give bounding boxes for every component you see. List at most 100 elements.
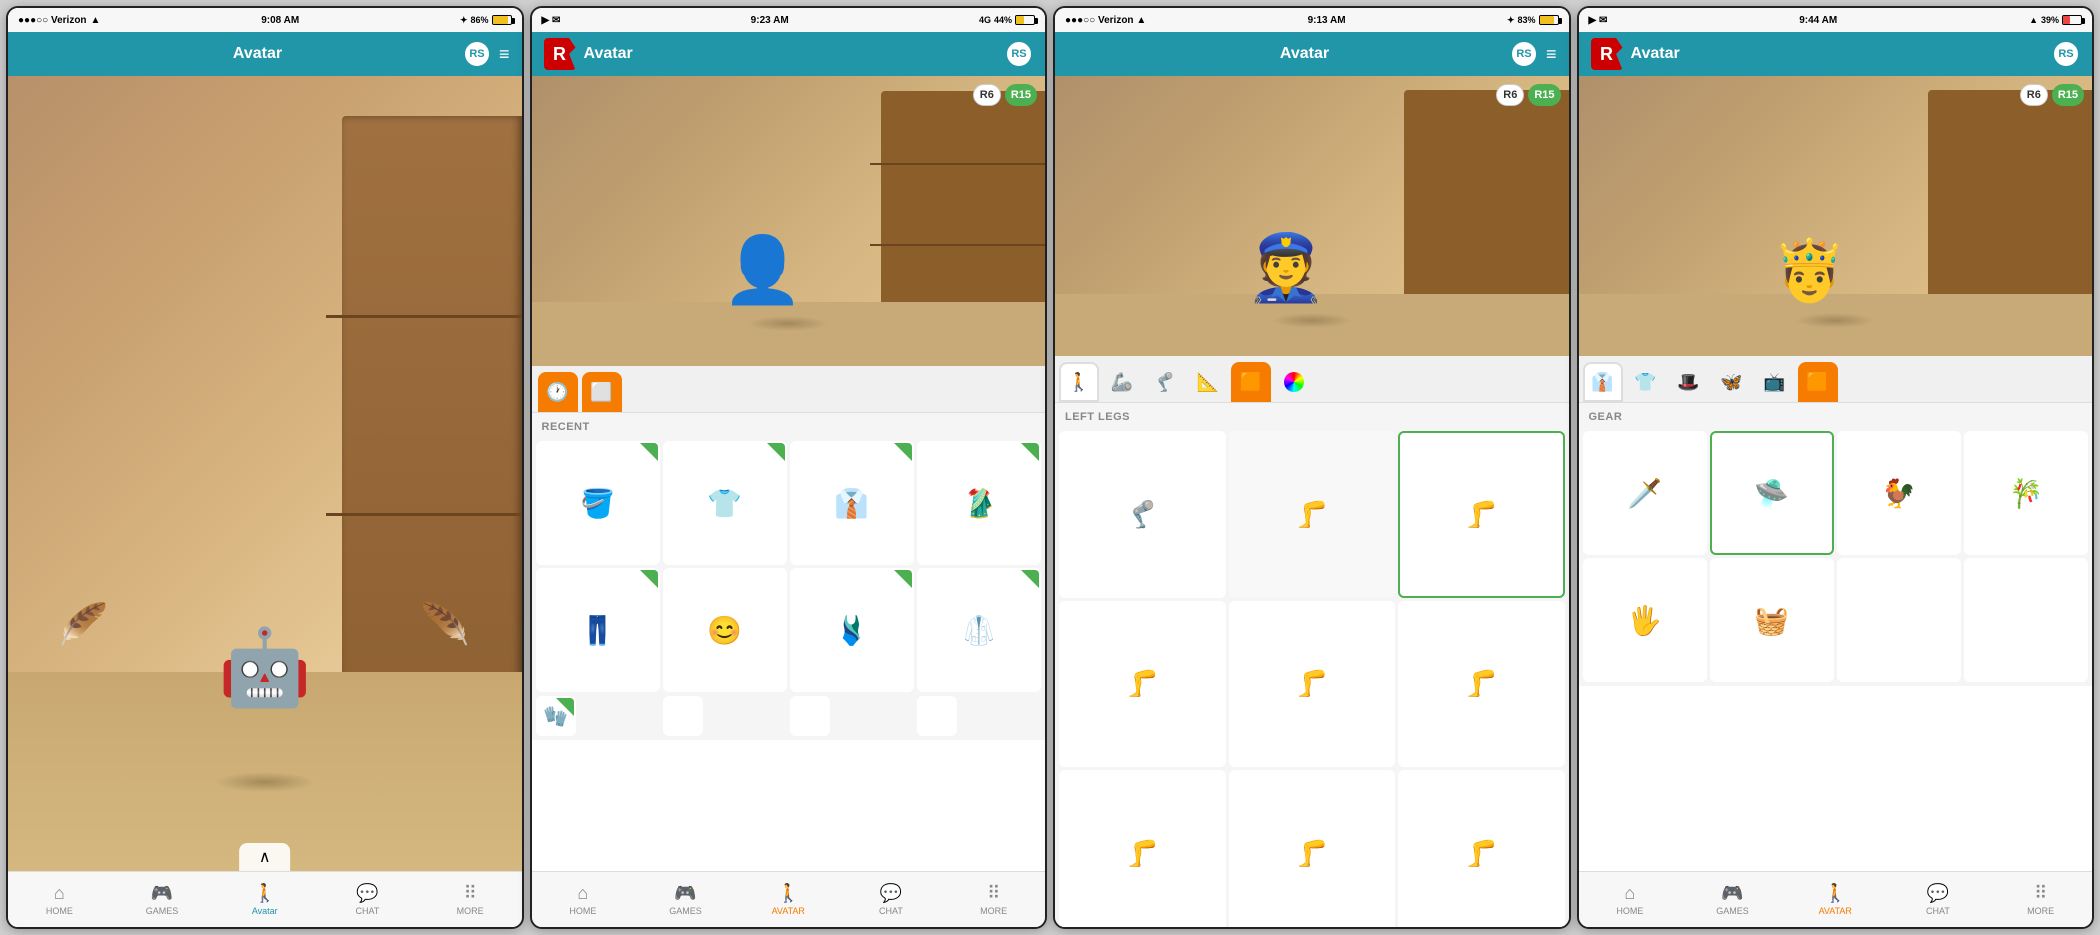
rs-badge-1[interactable]: RS — [463, 40, 491, 68]
r15-badge-3[interactable]: R15 — [1528, 84, 1560, 106]
nav-more-4[interactable]: ⠿ MORE — [1989, 883, 2092, 916]
nav-avatar-4[interactable]: 🚶 AVATAR — [1784, 883, 1887, 916]
tab-torso-3[interactable]: 📐 — [1188, 362, 1228, 402]
avatar-scene-1: 🤖 🪶 🪶 ∧ — [8, 76, 522, 871]
item-12-2[interactable] — [917, 696, 957, 736]
tab-right-arm-3[interactable]: 🦿 — [1145, 362, 1185, 402]
item-6-3[interactable]: 🦵 — [1398, 601, 1565, 768]
phone-2: ▶ ✉ 9:23 AM 4G 44% R Avatar RS — [530, 6, 1048, 929]
nav-games-1[interactable]: 🎮 GAMES — [111, 883, 214, 916]
item-sword-4[interactable]: 🗡️ — [1583, 431, 1707, 555]
tab-body-3[interactable]: 🚶 — [1059, 362, 1099, 402]
nav-games-4[interactable]: 🎮 GAMES — [1681, 883, 1784, 916]
phone-3: ●●●○○ Verizon ▲ 9:13 AM ✦ 83% Avatar RS … — [1053, 6, 1571, 929]
more-label-1: MORE — [457, 906, 484, 916]
tab-left-arm-3[interactable]: 🦾 — [1102, 362, 1142, 402]
header-4: R Avatar RS — [1579, 32, 2093, 76]
item-1-3[interactable]: 🦿 — [1059, 431, 1226, 598]
item-5-3[interactable]: 🦵 — [1229, 601, 1396, 768]
rig-badges-2: R6 R15 — [973, 84, 1037, 106]
tab-color-3[interactable] — [1274, 362, 1314, 402]
floor-shadow-3 — [1272, 313, 1352, 328]
r15-badge-4[interactable]: R15 — [2052, 84, 2084, 106]
item-chicken-4[interactable]: 🐓 — [1837, 431, 1961, 555]
items-grid-2b: 🧤 — [532, 696, 1046, 740]
carrier-3: ●●●○○ Verizon ▲ — [1065, 15, 1146, 26]
item-stick-4[interactable]: 🎋 — [1964, 431, 2088, 555]
r6-badge-3[interactable]: R6 — [1496, 84, 1524, 106]
item-hand-4[interactable]: 🖐️ — [1583, 558, 1707, 682]
battery-1 — [492, 15, 512, 25]
r15-badge-2[interactable]: R15 — [1005, 84, 1037, 106]
item-6-2[interactable]: 😊 — [663, 568, 787, 692]
item-1-2[interactable]: 🪣 — [536, 441, 660, 565]
home-label-4: HOME — [1616, 906, 1643, 916]
nav-home-1[interactable]: ⌂ HOME — [8, 883, 111, 916]
battery-percent-4: 39% — [2041, 15, 2059, 25]
status-left-1: ●●●○○ Verizon ▲ — [18, 15, 100, 26]
tab-gear-4[interactable]: 🟧 — [1798, 362, 1838, 402]
item-basket-4[interactable]: 🧺 — [1710, 558, 1834, 682]
tab-recent-2[interactable]: 🕐 — [538, 372, 578, 412]
menu-icon-3[interactable]: ≡ — [1546, 44, 1557, 65]
tab-face-4[interactable]: 📺 — [1755, 362, 1795, 402]
home-icon-1: ⌂ — [54, 883, 65, 904]
r6-badge-4[interactable]: R6 — [2020, 84, 2048, 106]
tab-shirt-4[interactable]: 👔 — [1583, 362, 1623, 402]
more-label-4: MORE — [2027, 906, 2054, 916]
item-11-2[interactable] — [790, 696, 830, 736]
item-3-2[interactable]: 👔 — [790, 441, 914, 565]
tab-wings-4[interactable]: 🦋 — [1712, 362, 1752, 402]
avatar-figure-2: 👤 — [722, 232, 803, 308]
item-4-2[interactable]: 🥻 — [917, 441, 1041, 565]
item-7-2[interactable]: 🩱 — [790, 568, 914, 692]
expand-btn-1[interactable]: ∧ — [239, 843, 291, 871]
floor-shadow-2 — [748, 316, 828, 331]
item-9-2[interactable]: 🧤 — [536, 696, 576, 736]
item-empty1-4[interactable] — [1837, 558, 1961, 682]
nav-more-1[interactable]: ⠿ MORE — [419, 883, 522, 916]
item-4-3[interactable]: 🦵 — [1059, 601, 1226, 768]
wardrobe-2: 🕐 ⬜ RECENT 🪣 👕 👔 🥻 👖 😊 🩱 🥼 🧤 — [532, 366, 1046, 740]
tab-category-2[interactable]: ⬜ — [582, 372, 622, 412]
r6-badge-2[interactable]: R6 — [973, 84, 1001, 106]
item-2-2[interactable]: 👕 — [663, 441, 787, 565]
avatar-figure-4: 🤴 — [1772, 235, 1847, 306]
item-3-3[interactable]: 🦵 — [1398, 431, 1565, 598]
nav-games-2[interactable]: 🎮 GAMES — [634, 883, 737, 916]
menu-icon-1[interactable]: ≡ — [499, 44, 510, 65]
nav-chat-1[interactable]: 💬 CHAT — [316, 883, 419, 916]
avatar-label-4: AVATAR — [1819, 906, 1852, 916]
item-empty2-4[interactable] — [1964, 558, 2088, 682]
tab-hat-4[interactable]: 🎩 — [1669, 362, 1709, 402]
nav-avatar-1[interactable]: 🚶 Avatar — [213, 883, 316, 916]
rs-badge-4[interactable]: RS — [2052, 40, 2080, 68]
item-2-3[interactable]: 🦵 — [1229, 431, 1396, 598]
nav-home-2[interactable]: ⌂ HOME — [532, 883, 635, 916]
item-7-3[interactable]: 🦵 — [1059, 770, 1226, 929]
item-10-2[interactable] — [663, 696, 703, 736]
nav-chat-2[interactable]: 💬 CHAT — [840, 883, 943, 916]
item-8-3[interactable]: 🦵 — [1229, 770, 1396, 929]
tab-tshirt-4[interactable]: 👕 — [1626, 362, 1666, 402]
home-icon-2: ⌂ — [577, 883, 588, 904]
roblox-logo-2: R — [544, 38, 576, 70]
battery-percent-1: 86% — [470, 15, 488, 25]
item-5-2[interactable]: 👖 — [536, 568, 660, 692]
rs-badge-2[interactable]: RS — [1005, 40, 1033, 68]
rs-badge-3[interactable]: RS — [1510, 40, 1538, 68]
floor-2 — [532, 302, 1046, 366]
section-label-4: GEAR — [1579, 403, 2093, 427]
nav-home-4[interactable]: ⌂ HOME — [1579, 883, 1682, 916]
home-icon-4: ⌂ — [1624, 883, 1635, 904]
item-8-2[interactable]: 🥼 — [917, 568, 1041, 692]
status-left-4: ▶ ✉ — [1589, 15, 1608, 26]
nav-chat-4[interactable]: 💬 CHAT — [1887, 883, 1990, 916]
item-shield-4[interactable]: 🛸 — [1710, 431, 1834, 555]
nav-more-2[interactable]: ⠿ MORE — [942, 883, 1045, 916]
nav-avatar-2[interactable]: 🚶 AVATAR — [737, 883, 840, 916]
tab-legs-3[interactable]: 🟧 — [1231, 362, 1271, 402]
item-9-3[interactable]: 🦵 — [1398, 770, 1565, 929]
header-icons-1: RS ≡ — [463, 40, 510, 68]
section-label-3: LEFT LEGS — [1055, 403, 1569, 427]
